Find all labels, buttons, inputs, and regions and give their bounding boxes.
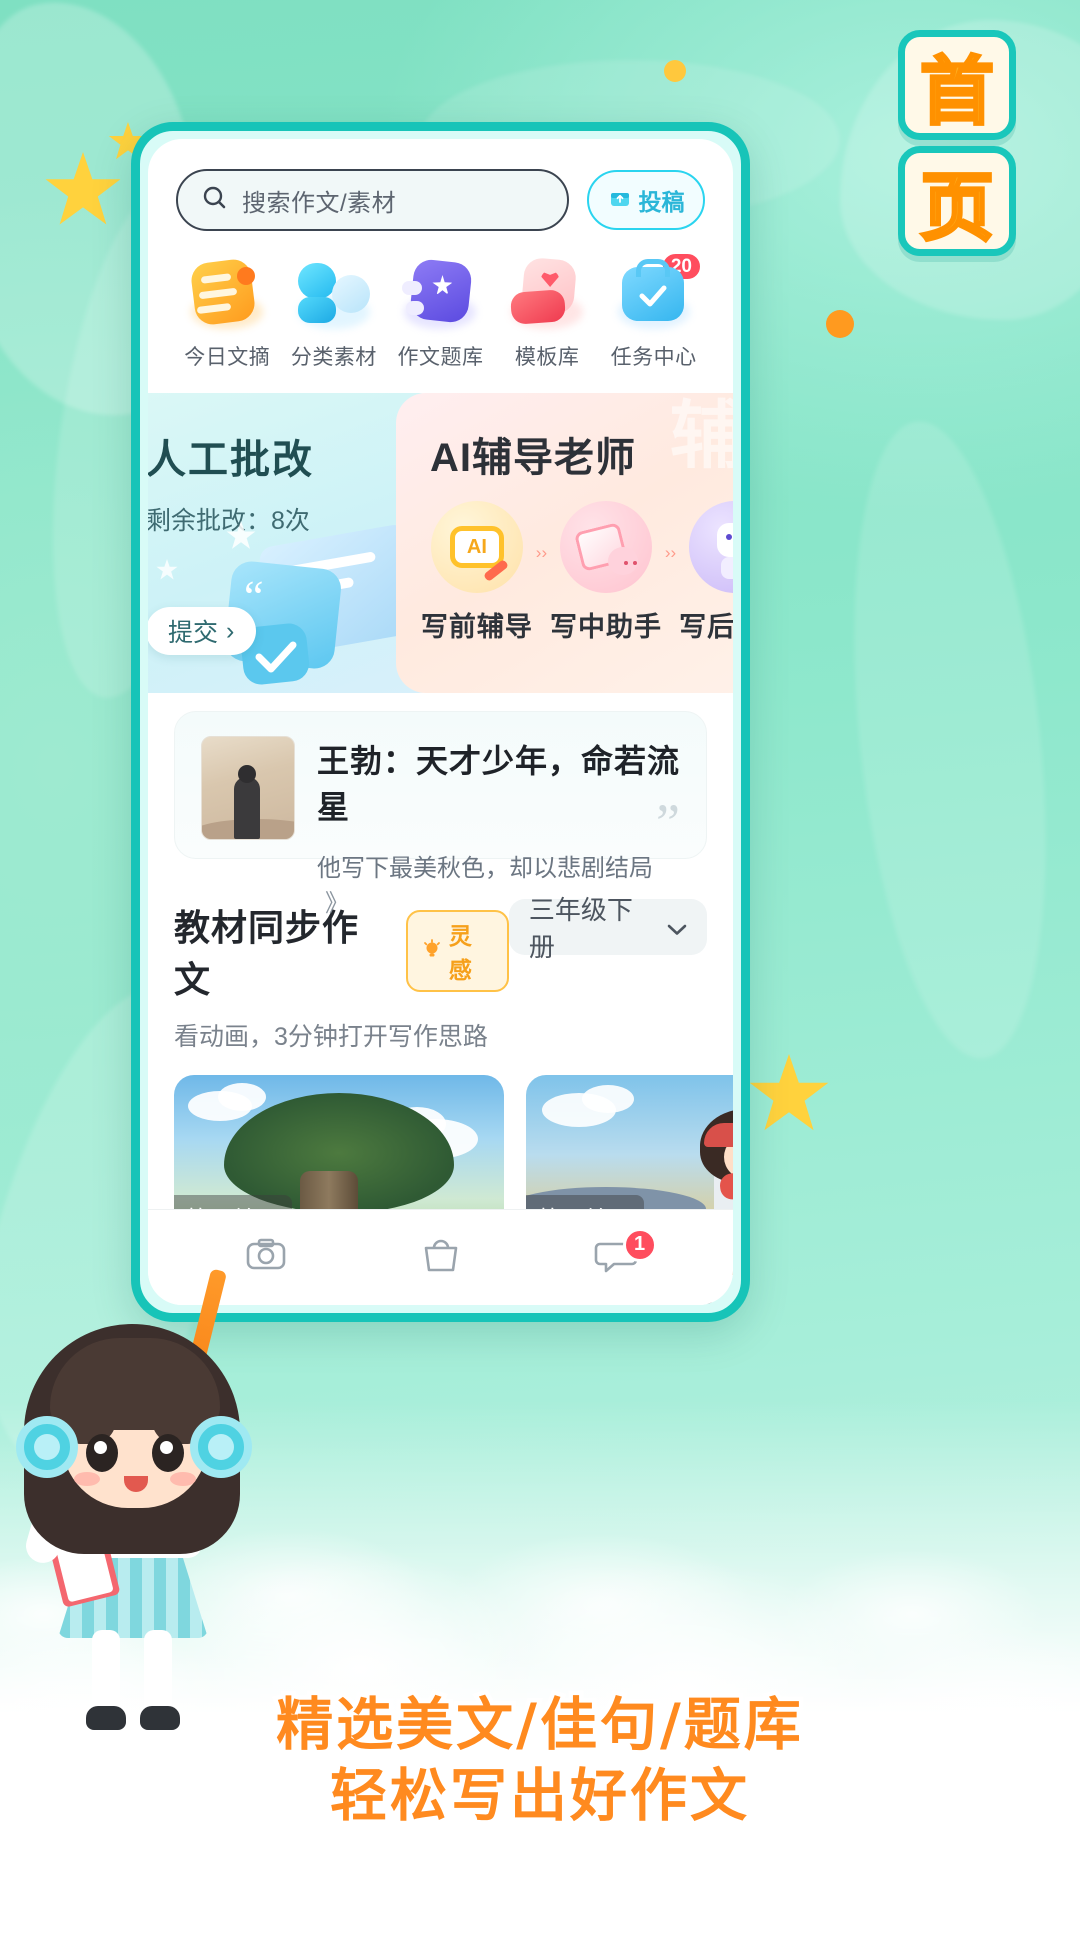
textbook-header: 教材同步作文 灵感 看动画，3分钟打开写作思路 三年级下册 <box>174 895 707 1053</box>
bottom-slogan: 精选美文/佳句/题库 轻松写出好作文 <box>0 1687 1080 1833</box>
step-arrow-icon: ›› <box>664 542 677 562</box>
ai-teacher-steps: AI 写前辅导 ›› 写中助手 ›› 写后 <box>396 483 733 644</box>
manual-review-submit-button[interactable]: 提交 › <box>148 607 257 655</box>
mascot-illustration <box>0 1260 300 1730</box>
phone-frame: 搜索作文/素材 投稿 今日文摘 分类素材 作文题库 模板库 20 任务中心 人工… <box>131 122 750 1322</box>
blue-blocks-icon <box>292 257 376 331</box>
quicknav-item-question-bank[interactable]: 作文题库 <box>387 257 494 371</box>
ai-step-label: 写后点评 <box>679 612 733 642</box>
inspiration-chip[interactable]: 灵感 <box>405 910 509 992</box>
search-placeholder-text: 搜索作文/素材 <box>242 189 397 217</box>
featured-article-card[interactable]: 王勃：天才少年，命若流星 他写下最美秋色，却以悲剧结局 》 ” <box>174 711 707 917</box>
purple-puzzle-icon <box>398 257 482 331</box>
bag-icon <box>420 1236 462 1279</box>
quicknav-item-task-center[interactable]: 20 任务中心 <box>600 251 707 371</box>
tab-bag[interactable] <box>396 1228 486 1288</box>
scholar-thumbnail <box>201 736 295 840</box>
decor-dot <box>826 310 854 338</box>
quicknav-label: 今日文摘 <box>184 346 271 369</box>
home-badge: 首 页 <box>892 30 1022 262</box>
submit-article-button[interactable]: 投稿 <box>587 170 705 230</box>
textbook-subtitle: 看动画，3分钟打开写作思路 <box>174 1023 488 1051</box>
ai-card-icon: AI <box>430 501 523 593</box>
search-input[interactable]: 搜索作文/素材 <box>176 169 569 231</box>
background-wisp <box>827 412 1073 1068</box>
search-row: 搜索作文/素材 投稿 <box>148 139 733 231</box>
inspiration-chip-label: 灵感 <box>448 923 472 983</box>
ai-step-label: 写前辅导 <box>420 612 533 642</box>
red-heart-card-icon <box>505 256 589 331</box>
ai-teacher-ghost-text: 辅导 <box>670 394 733 477</box>
blue-check-bag-icon <box>612 257 696 331</box>
slogan-line-1: 精选美文/佳句/题库 <box>272 1687 806 1762</box>
step-arrow-icon: ›› <box>535 542 548 562</box>
article-card-wrap: 王勃：天才少年，命若流星 他写下最美秋色，却以悲剧结局 》 ” <box>148 693 733 917</box>
quick-nav: 今日文摘 分类素材 作文题库 模板库 20 任务中心 <box>148 231 733 393</box>
purple-robot-icon <box>689 501 733 593</box>
feature-cards-row: 人工批改 剩余批改：8次 “ 提交 › 辅导 AI辅导老师 <box>148 393 733 693</box>
pink-notebook-icon <box>560 501 652 593</box>
quote-mark-icon: ” <box>656 793 680 853</box>
slogan-line-2: 轻松写出好作文 <box>326 1758 752 1833</box>
article-desc: 他写下最美秋色，却以悲剧结局 》 <box>317 848 680 918</box>
quicknav-label: 作文题库 <box>397 346 484 369</box>
orange-book-icon <box>185 257 269 331</box>
ai-step-during-writing[interactable]: 写中助手 <box>547 501 665 644</box>
ai-teacher-card[interactable]: 辅导 AI辅导老师 AI 写前辅导 ›› <box>396 393 733 693</box>
article-desc-text: 他写下最美秋色，却以悲剧结局 <box>317 855 653 882</box>
quicknav-label: 分类素材 <box>290 346 377 369</box>
decor-star <box>156 559 178 580</box>
decor-dot <box>664 60 686 82</box>
quicknav-label: 模板库 <box>514 346 580 369</box>
ai-step-pre-writing[interactable]: AI 写前辅导 <box>418 501 536 644</box>
lightbulb-icon <box>422 938 442 965</box>
article-title: 王勃：天才少年，命若流星 <box>317 743 681 825</box>
quicknav-label: 任务中心 <box>610 346 697 369</box>
home-badge-char-2: 页 <box>898 146 1016 256</box>
submit-article-label: 投稿 <box>638 189 685 215</box>
chevron-right-icon: › <box>226 616 235 645</box>
app-screen: 搜索作文/素材 投稿 今日文摘 分类素材 作文题库 模板库 20 任务中心 人工… <box>148 139 733 1305</box>
upload-box-icon <box>608 186 632 215</box>
search-icon <box>202 185 228 216</box>
quicknav-item-template[interactable]: 模板库 <box>494 256 601 371</box>
quicknav-item-digest[interactable]: 今日文摘 <box>174 257 281 371</box>
ai-step-post-writing[interactable]: 写后点评 <box>676 501 733 644</box>
ai-step-label: 写中助手 <box>550 612 662 642</box>
article-more-arrow: 》 <box>325 890 349 917</box>
message-count-badge: 1 <box>622 1227 657 1262</box>
home-badge-char-1: 首 <box>898 30 1016 140</box>
quicknav-item-materials[interactable]: 分类素材 <box>281 257 388 371</box>
tab-messages[interactable]: 1 <box>571 1227 661 1288</box>
manual-review-submit-label: 提交 <box>168 619 219 647</box>
